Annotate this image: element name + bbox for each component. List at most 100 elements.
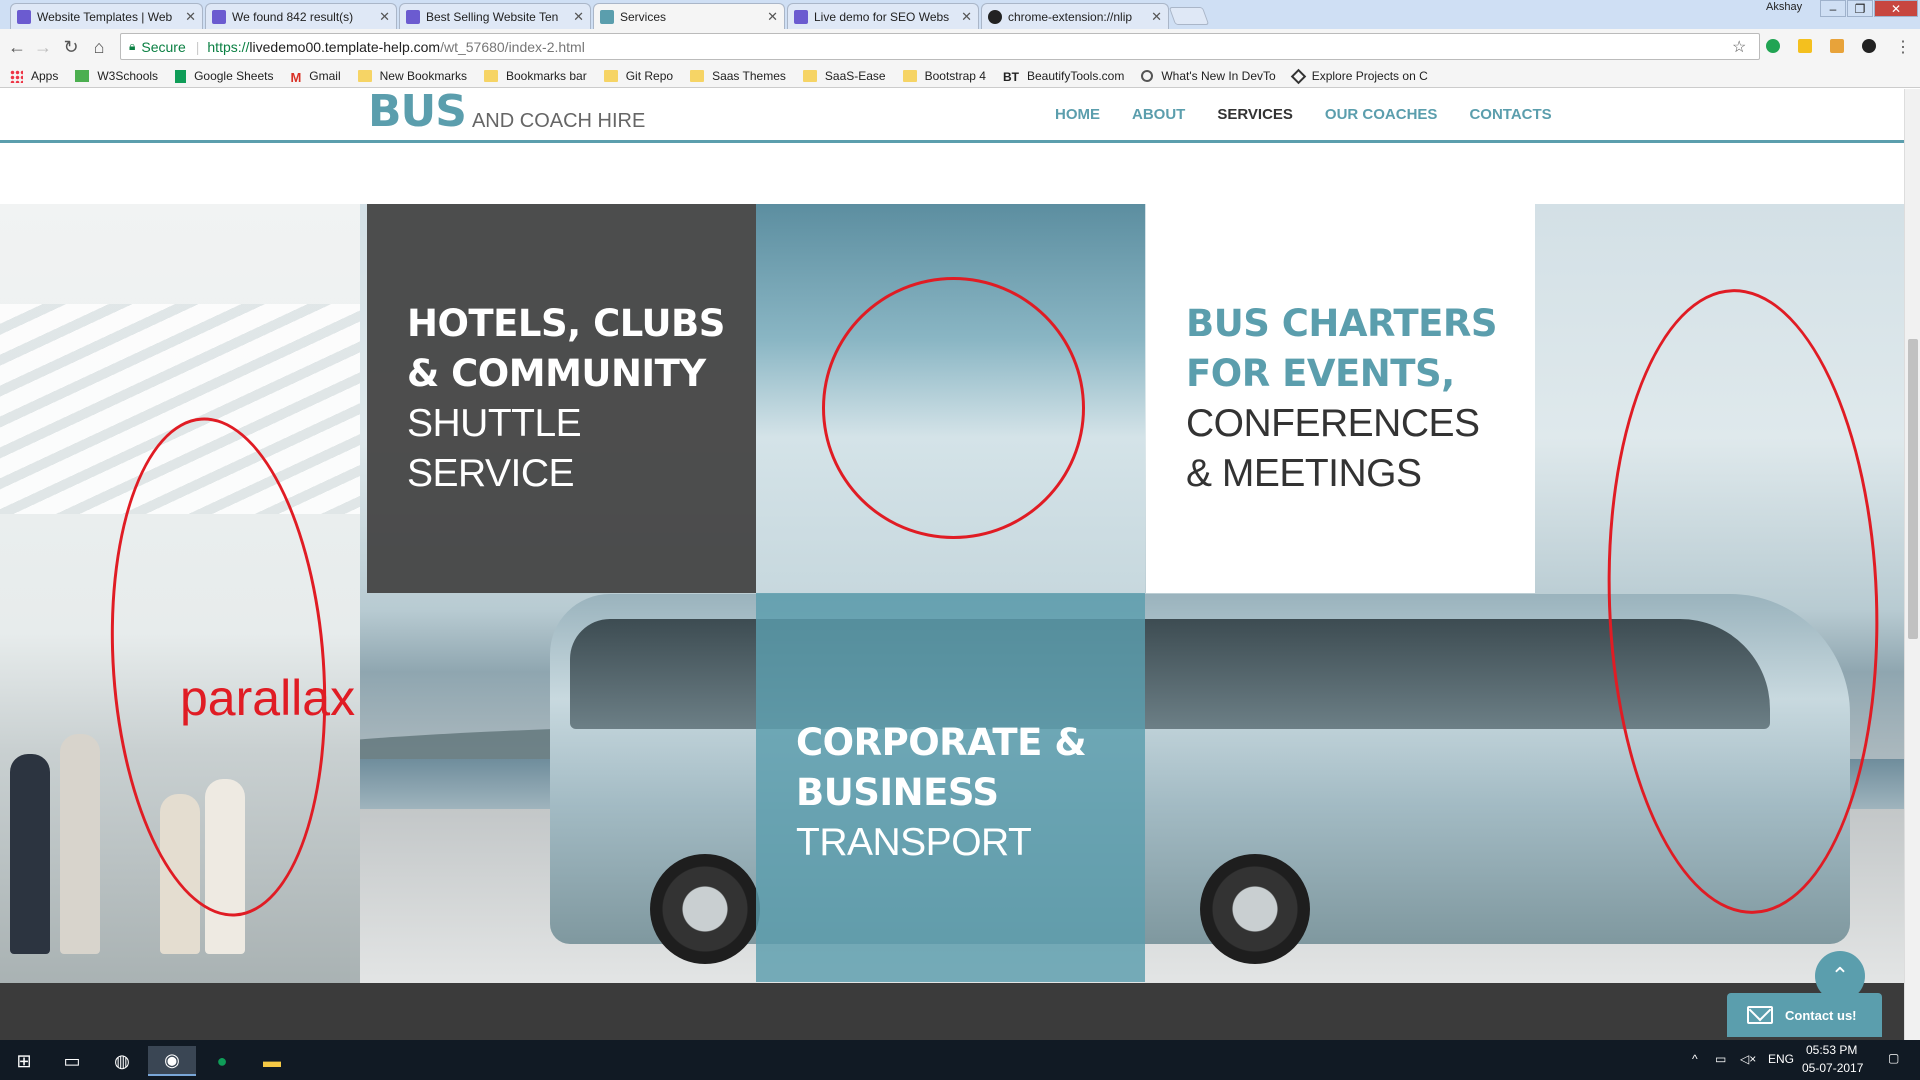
folder-icon bbox=[603, 70, 618, 82]
clock-time[interactable]: 05:53 PM bbox=[1806, 1043, 1857, 1057]
tile-heading-bold-line: BUS CHARTERS bbox=[1186, 302, 1498, 345]
devtools-icon bbox=[1141, 70, 1154, 82]
extension-dark-icon[interactable] bbox=[1862, 39, 1876, 53]
nav-about[interactable]: ABOUT bbox=[1132, 106, 1185, 123]
clock-date[interactable]: 05-07-2017 bbox=[1802, 1061, 1863, 1075]
service-tile-corporate[interactable]: CORPORATE & BUSINESS TRANSPORT bbox=[756, 593, 1145, 982]
contact-us-button[interactable]: Contact us! bbox=[1727, 993, 1882, 1037]
tab-favicon-icon bbox=[212, 9, 226, 24]
new-tab-button[interactable] bbox=[1168, 7, 1210, 25]
bookmark-label: W3Schools bbox=[97, 69, 159, 83]
extension-green-icon[interactable] bbox=[1766, 39, 1780, 53]
nav-contacts[interactable]: CONTACTS bbox=[1469, 106, 1551, 123]
volume-muted-icon[interactable]: ◁× bbox=[1740, 1052, 1756, 1066]
contact-us-label: Contact us! bbox=[1785, 1007, 1857, 1023]
extension-key-icon[interactable] bbox=[1830, 39, 1844, 53]
bookmark-new-bookmarks[interactable]: New Bookmarks bbox=[357, 69, 467, 83]
bookmark-saas-ease[interactable]: SaaS-Ease bbox=[802, 69, 886, 83]
notifications-icon[interactable]: ▢ bbox=[1888, 1051, 1899, 1065]
gmail-icon: M bbox=[290, 70, 302, 85]
bookmark-devtools[interactable]: What's New In DevTo bbox=[1141, 69, 1276, 83]
tab-title: We found 842 result(s) bbox=[232, 9, 354, 24]
back-arrow-icon[interactable]: ← bbox=[6, 36, 28, 58]
nav-services[interactable]: SERVICES bbox=[1217, 106, 1293, 123]
bookmark-label: Google Sheets bbox=[194, 69, 274, 83]
tab-search-results[interactable]: We found 842 result(s) ✕ bbox=[205, 3, 397, 29]
address-bar[interactable]: 🔒︎ Secure | https:// livedemo00.template… bbox=[120, 33, 1760, 60]
folder-icon bbox=[484, 70, 498, 82]
file-explorer-icon[interactable]: ▬ bbox=[248, 1046, 296, 1076]
reload-icon[interactable]: ↻ bbox=[60, 36, 82, 58]
sheets-icon bbox=[175, 69, 187, 83]
close-tab-icon[interactable]: ✕ bbox=[961, 9, 972, 25]
tile-heading-line: SERVICE bbox=[407, 452, 575, 495]
forward-arrow-icon[interactable]: → bbox=[32, 36, 54, 58]
home-icon[interactable]: ⌂ bbox=[88, 36, 110, 58]
extension-star-icon[interactable] bbox=[1798, 39, 1812, 53]
url-protocol: https:// bbox=[207, 38, 250, 55]
bookmark-star-icon[interactable]: ☆ bbox=[1732, 37, 1746, 57]
bookmark-beautifytools[interactable]: BT BeautifyTools.com bbox=[1002, 69, 1124, 84]
site-header: BUS AND COACH HIRE HOME ABOUT SERVICES O… bbox=[0, 89, 1904, 143]
close-tab-icon[interactable]: ✕ bbox=[379, 9, 390, 25]
bookmark-google-sheets[interactable]: Google Sheets bbox=[175, 69, 273, 83]
bus-window-shape bbox=[570, 619, 1770, 729]
tab-website-templates[interactable]: Website Templates | Web ✕ bbox=[10, 3, 203, 29]
bookmark-label: What's New In DevTo bbox=[1161, 69, 1276, 83]
tile-heading-line: CONFERENCES bbox=[1186, 402, 1480, 445]
bookmark-label: Gmail bbox=[309, 69, 341, 83]
bookmarks-bar: Apps W3Schools Google Sheets M Gmail New … bbox=[0, 65, 1920, 88]
close-tab-icon[interactable]: ✕ bbox=[1151, 9, 1162, 25]
codepen-icon bbox=[1290, 68, 1306, 84]
bookmark-label: Bookmarks bar bbox=[506, 69, 587, 83]
bookmark-label: Git Repo bbox=[625, 69, 674, 83]
mail-icon bbox=[1747, 1006, 1773, 1024]
bookmark-label: Bootstrap 4 bbox=[924, 69, 986, 83]
bookmark-gmail[interactable]: M Gmail bbox=[290, 69, 341, 85]
close-tab-icon[interactable]: ✕ bbox=[767, 9, 778, 25]
tab-live-demo[interactable]: Live demo for SEO Webs ✕ bbox=[787, 3, 979, 29]
hangouts-icon[interactable]: ● bbox=[198, 1046, 246, 1076]
app-icon[interactable]: ◍ bbox=[98, 1046, 146, 1076]
nav-home[interactable]: HOME bbox=[1055, 106, 1100, 123]
close-tab-icon[interactable]: ✕ bbox=[185, 9, 196, 25]
chrome-menu-icon[interactable]: ⋮ bbox=[1892, 36, 1914, 58]
tile-heading-bold-line: CORPORATE & bbox=[796, 721, 1087, 764]
bookmark-codepen[interactable]: Explore Projects on C bbox=[1290, 68, 1428, 84]
maximize-button[interactable]: ❐ bbox=[1847, 0, 1873, 17]
site-logo[interactable]: BUS AND COACH HIRE bbox=[368, 89, 645, 135]
nav-our-coaches[interactable]: OUR COACHES bbox=[1325, 106, 1438, 123]
tile-heading: HOTELS, CLUBS & COMMUNITY SHUTTLE SERVIC… bbox=[407, 299, 725, 499]
windows-start-icon[interactable]: ⊞ bbox=[0, 1046, 48, 1076]
folder-icon bbox=[902, 70, 917, 82]
bookmark-label: Explore Projects on C bbox=[1311, 69, 1428, 83]
bookmark-bootstrap-4[interactable]: Bootstrap 4 bbox=[902, 69, 986, 83]
bookmark-bookmarks-bar[interactable]: Bookmarks bar bbox=[484, 69, 587, 83]
scrollbar-thumb[interactable] bbox=[1908, 339, 1918, 639]
task-view-icon[interactable]: ▭ bbox=[48, 1046, 96, 1076]
network-icon[interactable]: ▭ bbox=[1715, 1052, 1726, 1066]
bookmark-apps[interactable]: Apps bbox=[10, 69, 58, 83]
tile-heading-line: SHUTTLE bbox=[407, 402, 582, 445]
folder-icon bbox=[357, 70, 372, 82]
bookmark-w3schools[interactable]: W3Schools bbox=[75, 69, 158, 83]
tab-services[interactable]: Services ✕ bbox=[593, 3, 785, 30]
bookmark-label: SaaS-Ease bbox=[824, 69, 886, 83]
profile-name[interactable]: Akshay bbox=[1766, 1, 1802, 13]
bus-wheel-icon bbox=[1200, 854, 1310, 964]
page-scrollbar[interactable] bbox=[1904, 89, 1920, 1040]
service-tile-charters[interactable]: BUS CHARTERS FOR EVENTS, CONFERENCES & M… bbox=[1146, 204, 1535, 593]
close-window-button[interactable]: ✕ bbox=[1874, 0, 1918, 17]
bt-icon: BT bbox=[1002, 70, 1019, 84]
chrome-taskbar-icon[interactable]: ◉ bbox=[148, 1046, 196, 1076]
tray-chevron-icon[interactable]: ^ bbox=[1692, 1052, 1698, 1066]
tab-chrome-extension[interactable]: chrome-extension://nlip ✕ bbox=[981, 3, 1169, 29]
close-tab-icon[interactable]: ✕ bbox=[573, 9, 584, 25]
tab-best-selling[interactable]: Best Selling Website Ten ✕ bbox=[399, 3, 591, 29]
language-indicator[interactable]: ENG bbox=[1768, 1052, 1794, 1066]
bookmark-git-repo[interactable]: Git Repo bbox=[603, 69, 674, 83]
folder-icon bbox=[690, 70, 705, 82]
bookmark-saas-themes[interactable]: Saas Themes bbox=[690, 69, 786, 83]
minimize-button[interactable]: – bbox=[1820, 0, 1846, 17]
service-tile-hotels[interactable]: HOTELS, CLUBS & COMMUNITY SHUTTLE SERVIC… bbox=[367, 204, 756, 593]
